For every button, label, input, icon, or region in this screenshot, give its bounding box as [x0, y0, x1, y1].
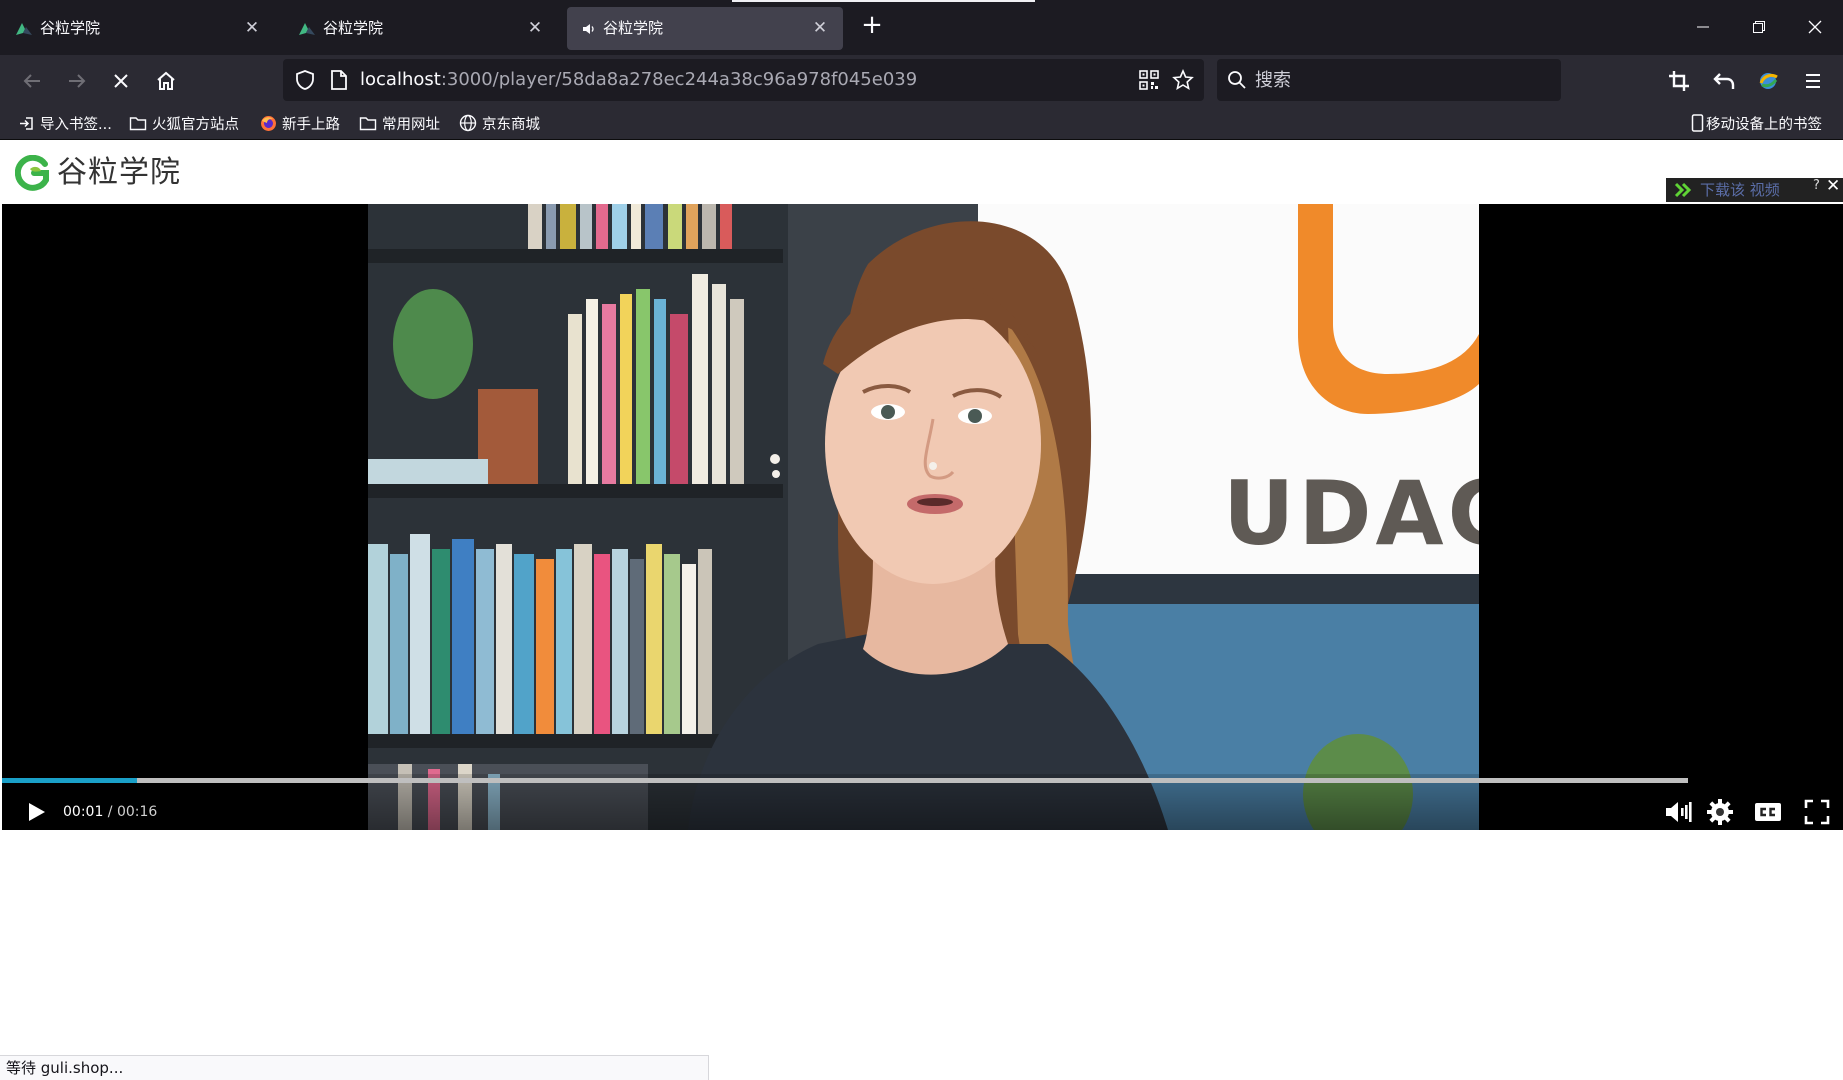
home-icon[interactable] [150, 65, 182, 97]
current-time: 00:01 [63, 804, 104, 820]
settings-gear-icon[interactable] [1704, 796, 1736, 828]
back-arrow-icon[interactable] [16, 65, 48, 97]
player-control-bar: 00:01 / 00:16 [2, 774, 1843, 830]
page-content: 谷粒学院 UDAC [0, 141, 1843, 1080]
stop-loading-icon[interactable] [105, 65, 137, 97]
url-text[interactable]: localhost:3000/player/58da8a278ec244a38c… [360, 69, 917, 91]
duration: 00:16 [116, 804, 158, 820]
import-icon [20, 116, 33, 130]
restore-button[interactable] [1739, 12, 1779, 42]
browser-tab[interactable]: 谷粒学院 ✕ [0, 7, 275, 50]
close-icon [1808, 20, 1822, 34]
time-display: 00:01 / 00:16 [63, 804, 158, 820]
search-input[interactable] [1255, 67, 1545, 93]
video-player[interactable]: UDAC [2, 204, 1843, 830]
mobile-device-icon [1691, 114, 1704, 132]
qr-code-icon[interactable] [1139, 70, 1159, 90]
status-bar: 等待 guli.shop... [0, 1055, 709, 1080]
browser-tab-active[interactable]: 谷粒学院 ✕ [567, 7, 843, 50]
progress-fill [2, 778, 137, 783]
navigation-toolbar: localhost:3000/player/58da8a278ec244a38c… [0, 55, 1843, 105]
undo-arrow-icon[interactable] [1708, 65, 1740, 97]
search-icon [1228, 71, 1246, 89]
bookmark-item[interactable]: 新手上路 [260, 112, 340, 134]
menu-hamburger-icon[interactable] [1797, 65, 1829, 97]
tab-title: 谷粒学院 [603, 19, 664, 37]
extension-icon[interactable] [1752, 65, 1784, 97]
video-overlay-text: UDAC [1223, 462, 1479, 565]
bookmark-folder[interactable]: 火狐官方站点 [129, 112, 239, 134]
folder-icon [129, 116, 147, 130]
close-tab-icon[interactable]: ✕ [241, 17, 263, 39]
tab-loading-indicator [732, 0, 1035, 2]
logo-text: 谷粒学院 [57, 155, 181, 190]
download-video-label[interactable]: 下载该 视频 [1700, 181, 1780, 199]
close-tab-icon[interactable]: ✕ [809, 17, 831, 39]
bookmark-label: 新手上路 [282, 116, 340, 133]
shield-icon[interactable] [294, 69, 316, 91]
bookmark-label: 常用网址 [382, 116, 440, 133]
new-tab-button[interactable]: + [858, 12, 886, 40]
crop-screenshot-icon[interactable] [1663, 65, 1695, 97]
video-still-image: UDAC [368, 204, 1479, 830]
video-download-widget[interactable]: 下载该 视频 ? ✕ [1666, 176, 1843, 202]
close-tab-icon[interactable]: ✕ [524, 17, 546, 39]
browser-tab[interactable]: 谷粒学院 ✕ [283, 7, 558, 50]
speaker-icon[interactable] [580, 20, 598, 38]
play-icon[interactable] [20, 796, 52, 828]
globe-icon [459, 114, 477, 132]
bookmark-label: 火狐官方站点 [152, 116, 239, 133]
folder-icon [359, 116, 377, 130]
double-chevron-icon [1674, 182, 1692, 198]
help-icon[interactable]: ? [1813, 178, 1820, 193]
site-logo[interactable]: 谷粒学院 [15, 153, 181, 193]
progress-bar[interactable] [2, 778, 1688, 783]
minimize-button[interactable] [1683, 12, 1723, 42]
bookmark-label: 移动设备上的书签 [1706, 116, 1822, 133]
tab-strip: 谷粒学院 ✕ 谷粒学院 ✕ 谷粒学院 ✕ + [0, 0, 1843, 55]
firefox-icon [261, 115, 276, 131]
search-box[interactable] [1217, 59, 1561, 101]
bookmark-star-icon[interactable] [1172, 69, 1194, 91]
bookmark-label: 京东商城 [482, 116, 540, 133]
page-icon[interactable] [329, 69, 349, 91]
vuetify-icon [299, 23, 315, 35]
video-frame[interactable]: UDAC [368, 204, 1479, 830]
site-header: 谷粒学院 [0, 141, 1843, 204]
tab-title: 谷粒学院 [323, 19, 384, 37]
address-bar[interactable]: localhost:3000/player/58da8a278ec244a38c… [283, 59, 1204, 101]
bookmarks-toolbar: 导入书签... 火狐官方站点 新手上路 常用网址 京东商城 移动设备上的书签 [0, 105, 1843, 140]
vuetify-icon [16, 23, 32, 35]
volume-icon[interactable] [1662, 796, 1694, 828]
mobile-bookmarks-folder[interactable]: 移动设备上的书签 [1691, 112, 1822, 134]
bookmark-item[interactable]: 导入书签... [18, 112, 112, 134]
closed-captions-icon[interactable] [1752, 796, 1784, 828]
bookmark-label: 导入书签... [40, 116, 112, 133]
close-window-button[interactable] [1795, 12, 1835, 42]
close-icon[interactable]: ✕ [1826, 176, 1840, 196]
restore-icon [1753, 21, 1765, 33]
bookmark-folder[interactable]: 常用网址 [359, 112, 440, 134]
bookmark-item[interactable]: 京东商城 [459, 112, 540, 134]
forward-arrow-icon[interactable] [61, 65, 93, 97]
guli-logo-icon [15, 155, 49, 191]
fullscreen-icon[interactable] [1801, 796, 1833, 828]
minimize-icon [1697, 26, 1709, 28]
tab-title: 谷粒学院 [40, 19, 101, 37]
